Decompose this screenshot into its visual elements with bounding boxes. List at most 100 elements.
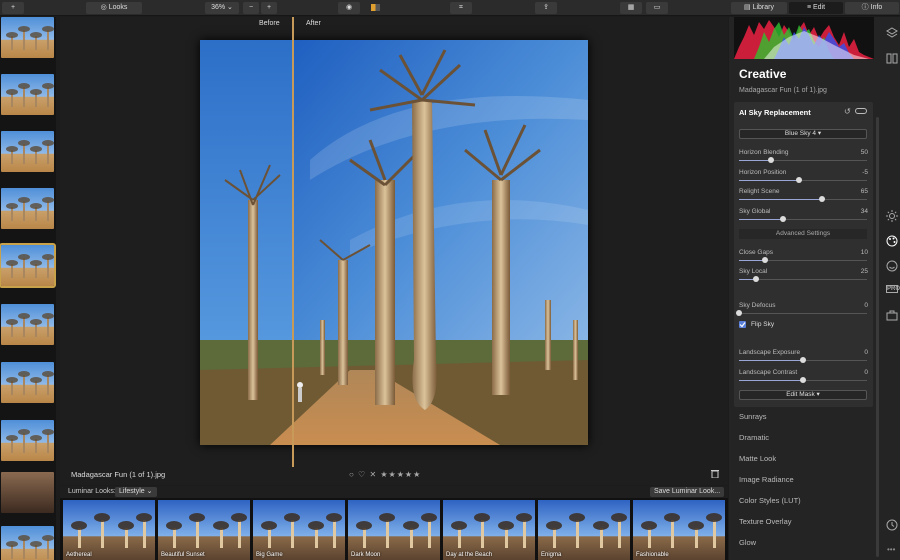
slider-handle[interactable] xyxy=(779,216,786,222)
palette-icon[interactable] xyxy=(886,235,898,247)
filmstrip-thumbnail[interactable] xyxy=(1,17,54,58)
crop-button[interactable]: ⌗ xyxy=(450,2,472,14)
compare-eye-button[interactable]: ◉ xyxy=(338,2,360,14)
slider-track[interactable] xyxy=(739,357,867,363)
slider-track[interactable] xyxy=(739,196,867,202)
zoom-out-button[interactable]: − xyxy=(243,2,259,14)
thumbnail-tree-crown xyxy=(6,89,18,95)
slider-handle[interactable] xyxy=(800,357,806,363)
filmstrip-thumbnail[interactable] xyxy=(1,188,54,229)
zoom-dropdown[interactable]: 36% ⌄ xyxy=(205,2,239,14)
grid-view-button[interactable]: ▦ xyxy=(620,2,642,14)
tool-item[interactable]: Dramatic xyxy=(739,433,769,442)
slider-track[interactable] xyxy=(739,157,867,163)
advanced-settings-button[interactable]: Advanced Settings xyxy=(739,229,867,239)
thumbnail-tree xyxy=(23,433,25,453)
slider-track[interactable] xyxy=(736,310,867,316)
trash-icon[interactable] xyxy=(711,469,719,480)
tab-info[interactable]: ⓘ Info xyxy=(845,2,899,14)
layers-icon[interactable] xyxy=(886,27,898,39)
thumbnail-tree-crown xyxy=(18,254,30,260)
slider-handle[interactable] xyxy=(819,196,826,202)
reset-icon[interactable]: ↺ xyxy=(844,107,851,116)
look-thumbnail[interactable]: Fashionable xyxy=(633,500,725,560)
single-view-button[interactable]: ▭ xyxy=(646,2,668,14)
filmstrip-thumbnail[interactable] xyxy=(1,304,54,345)
share-button[interactable]: ⇪ xyxy=(535,2,557,14)
tool-item[interactable]: Image Radiance xyxy=(739,475,794,484)
look-thumbnail[interactable]: Day at the Beach xyxy=(443,500,535,560)
slider-track[interactable] xyxy=(739,257,867,263)
panel-scrollbar[interactable] xyxy=(876,117,879,557)
filmstrip-thumbnail[interactable] xyxy=(1,74,54,115)
look-tree xyxy=(695,528,698,548)
thumbnail-tree xyxy=(23,201,25,221)
slider-handle[interactable] xyxy=(768,157,774,163)
look-thumbnail[interactable]: Dark Moon xyxy=(348,500,440,560)
thumbnail-tree xyxy=(35,439,37,453)
sun-icon[interactable] xyxy=(886,210,898,222)
tab-edit[interactable]: ≡ Edit xyxy=(789,2,843,14)
edit-mask-button[interactable]: Edit Mask ▾ xyxy=(739,390,867,400)
slider-track[interactable] xyxy=(739,276,867,282)
sky-preset-dropdown[interactable]: Blue Sky 4 ▾ xyxy=(739,129,867,139)
crop-icon: ⌗ xyxy=(459,4,463,11)
slider-handle[interactable] xyxy=(752,276,759,282)
looks-bar: Luminar Looks: Lifestyle ⌄ Save Luminar … xyxy=(60,486,728,498)
filmstrip-thumbnail[interactable] xyxy=(1,362,54,403)
tab-library[interactable]: ▤ Library xyxy=(731,2,787,14)
thumbnail-tree xyxy=(23,317,25,337)
tool-item[interactable]: Glow xyxy=(739,538,756,547)
thumbnail-tree xyxy=(35,323,37,337)
look-tree xyxy=(196,520,199,548)
look-thumbnail[interactable]: Aethereal xyxy=(63,500,155,560)
look-thumbnail[interactable]: Big Game xyxy=(253,500,345,560)
filmstrip-thumbnail[interactable] xyxy=(0,243,56,288)
thumbnail-tree-crown xyxy=(18,83,30,89)
save-look-button[interactable]: Save Luminar Look... xyxy=(650,487,725,497)
after-label: After xyxy=(306,20,321,27)
thumbnail-tree-crown xyxy=(30,319,42,325)
image-viewer[interactable]: Before After Madagascar Fun (1 of 1).jpg… xyxy=(60,17,728,485)
before-after-divider[interactable] xyxy=(292,17,294,467)
thumbnail-tree xyxy=(11,264,13,278)
slider-track[interactable] xyxy=(739,377,867,383)
filmstrip-thumbnail[interactable] xyxy=(1,131,54,172)
more-icon[interactable]: ••• xyxy=(887,545,895,554)
tool-item[interactable]: Texture Overlay xyxy=(739,517,792,526)
toggle-visibility-icon[interactable] xyxy=(855,108,867,114)
rating-controls[interactable]: ○ ♡ ✕ ★★★★★ xyxy=(349,470,421,479)
before-after-button[interactable] xyxy=(364,2,386,14)
canvas-icon[interactable] xyxy=(886,52,898,64)
slider-track[interactable] xyxy=(739,216,867,222)
history-icon[interactable] xyxy=(886,519,898,531)
thumbnail-tree xyxy=(47,258,49,278)
pro-icon[interactable]: PRO xyxy=(886,285,900,293)
look-thumbnail[interactable]: Enigma xyxy=(538,500,630,560)
look-tree xyxy=(363,528,366,548)
slider-handle[interactable] xyxy=(761,257,768,263)
zoom-in-button[interactable]: + xyxy=(261,2,277,14)
look-thumbnail[interactable]: Beautiful Sunset xyxy=(158,500,250,560)
tool-item[interactable]: Color Styles (LUT) xyxy=(739,496,801,505)
slider-handle[interactable] xyxy=(736,310,742,316)
looks-button[interactable]: ◎ Looks xyxy=(86,2,142,14)
slider-handle[interactable] xyxy=(796,177,803,183)
face-icon[interactable] xyxy=(886,260,898,272)
tool-item[interactable]: Sunrays xyxy=(739,412,767,421)
filmstrip-thumbnail[interactable] xyxy=(1,526,54,560)
tool-item[interactable]: Matte Look xyxy=(739,454,776,463)
look-tree xyxy=(173,528,176,548)
looks-category-dropdown[interactable]: Lifestyle ⌄ xyxy=(115,487,157,497)
check-icon xyxy=(739,322,746,328)
filmstrip-thumbnail[interactable] xyxy=(1,472,54,513)
briefcase-icon[interactable] xyxy=(886,310,898,322)
photo-canvas[interactable] xyxy=(200,40,588,445)
looks-carousel[interactable]: Aethereal Beautiful Sunset Big Game Dark Mo… xyxy=(60,498,728,560)
filmstrip-thumbnail[interactable] xyxy=(1,420,54,461)
slider-track[interactable] xyxy=(739,177,867,183)
filmstrip[interactable] xyxy=(0,17,56,560)
slider-handle[interactable] xyxy=(800,377,806,383)
add-button[interactable]: + xyxy=(2,2,24,14)
flip-sky-checkbox[interactable] xyxy=(739,321,746,328)
